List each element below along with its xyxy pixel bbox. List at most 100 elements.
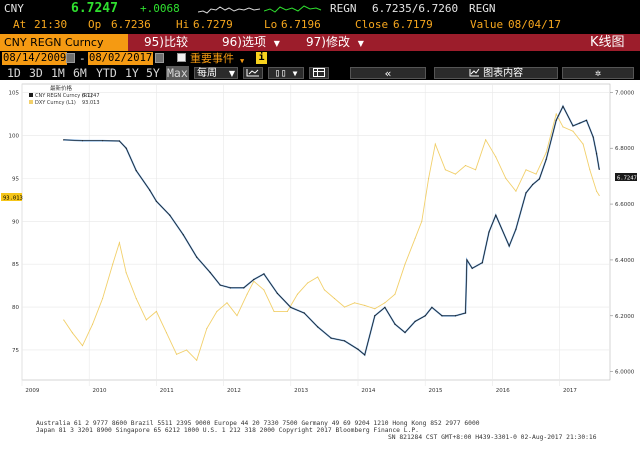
- page-title: K线图: [590, 35, 625, 50]
- right-axis-tick-label: 6.2000: [615, 314, 635, 320]
- left-axis-tick-label: 105: [9, 91, 20, 97]
- range-6m[interactable]: 6M: [73, 66, 87, 80]
- range-3d[interactable]: 3D: [29, 66, 43, 80]
- range-1y[interactable]: 1Y: [125, 66, 139, 80]
- dxy-data-point: [444, 169, 446, 171]
- cny-data-point: [135, 169, 137, 172]
- right-axis-tick-label: 6.6000: [615, 202, 635, 208]
- cny-data-point: [196, 256, 198, 258]
- menu-edit-num: 97): [306, 35, 326, 49]
- at-label: At: [13, 18, 27, 31]
- info-icon[interactable]: i: [256, 52, 267, 64]
- period-label: 每周: [197, 68, 217, 79]
- dxy-data-point: [176, 353, 178, 355]
- cny-data-point: [102, 140, 104, 142]
- cny-data-point: [243, 287, 245, 289]
- dxy-data-point: [297, 293, 299, 295]
- footer: Australia 61 2 9777 8600 Brazil 5511 239…: [0, 417, 640, 460]
- calendar-icon[interactable]: [66, 53, 75, 63]
- dxy-data-point: [384, 302, 386, 304]
- end-date-input[interactable]: 08/02/2017: [88, 52, 154, 65]
- legend-swatch-dxy: [29, 100, 33, 104]
- dxy-data-point: [515, 190, 517, 192]
- cny-data-point: [414, 320, 416, 322]
- cny-data-point: [464, 312, 467, 314]
- dxy-data-point: [63, 319, 65, 321]
- close-label: Close: [355, 18, 389, 31]
- right-axis-tick-label: 6.4000: [615, 258, 635, 264]
- dxy-data-point: [344, 306, 346, 308]
- dxy-data-point: [323, 289, 325, 291]
- chevron-down-icon: ▼: [228, 69, 235, 78]
- range-ytd[interactable]: YTD: [96, 66, 117, 80]
- left-axis-tick-label: 90: [12, 219, 19, 225]
- gear-icon[interactable]: ✲: [562, 67, 634, 79]
- range-max[interactable]: Max: [166, 66, 189, 80]
- dxy-data-point: [414, 237, 416, 239]
- dxy-data-point: [589, 169, 591, 171]
- chevron-down-icon[interactable]: ▼: [240, 57, 244, 65]
- range-5y[interactable]: 5Y: [146, 66, 160, 80]
- dxy-data-point: [263, 289, 265, 291]
- menu-options[interactable]: 96)选项 ▼: [222, 34, 280, 51]
- menu-edit[interactable]: 97)修改 ▼: [306, 34, 364, 51]
- dxy-data-point: [545, 152, 547, 154]
- chart-style-select[interactable]: ▯▯ ▼: [268, 67, 304, 79]
- footer-line-2: Japan 81 3 3201 8900 Singapore 65 6212 1…: [36, 427, 419, 434]
- low-value: 6.7196: [281, 18, 321, 31]
- price-chart: 105 100 95 90 85 80 75 7.0000 6.8000 6.6000 6.400…: [0, 80, 640, 417]
- cny-data-point: [545, 158, 547, 160]
- value-date: 08/04/17: [508, 18, 561, 31]
- range-1d[interactable]: 1D: [7, 66, 21, 80]
- dxy-data-point: [112, 263, 114, 265]
- menu-edit-label: 修改: [325, 35, 350, 49]
- dxy-data-point: [236, 315, 238, 317]
- calendar-icon[interactable]: [155, 53, 164, 63]
- cny-data-point: [276, 292, 278, 295]
- dxy-data-point: [428, 177, 430, 179]
- cny-data-point: [63, 139, 65, 141]
- dxy-data-point: [273, 310, 275, 312]
- dxy-data-point: [186, 349, 188, 351]
- line-chart-icon[interactable]: [243, 67, 263, 79]
- dxy-data-point: [253, 280, 255, 282]
- x-axis-tick-label: 2009: [25, 388, 39, 394]
- dxy-data-point: [598, 194, 600, 196]
- range-1m[interactable]: 1M: [51, 66, 65, 80]
- dxy-data-point: [125, 272, 127, 274]
- menu-compare[interactable]: 95)比较: [144, 34, 188, 51]
- dxy-data-point: [495, 156, 497, 158]
- dxy-data-point: [92, 323, 94, 325]
- chart-contents-button[interactable]: 图表内容: [434, 67, 558, 79]
- footer-line-3: SN 821284 CST GMT+8:00 H439-3301-0 02-Au…: [388, 434, 597, 441]
- collapse-icon[interactable]: «: [350, 67, 426, 80]
- chevron-down-icon: ▼: [292, 69, 298, 78]
- security-field[interactable]: CNY REGN Curncy: [0, 34, 128, 51]
- cny-data-point: [454, 315, 457, 317]
- dxy-data-point: [216, 310, 218, 312]
- cny-data-point: [357, 348, 359, 350]
- cny-data-point: [466, 259, 468, 261]
- dxy-data-point: [307, 282, 309, 284]
- dxy-data-point: [246, 293, 248, 295]
- chevron-down-icon: ▼: [357, 39, 364, 48]
- start-date-input[interactable]: 08/14/2009: [2, 52, 68, 65]
- high-value: 6.7279: [193, 18, 233, 31]
- period-select[interactable]: 每周 ▼: [194, 67, 238, 79]
- dxy-data-point: [155, 310, 157, 312]
- cny-data-point: [471, 267, 473, 269]
- cny-data-point: [394, 323, 396, 325]
- left-axis-tick-label: 80: [12, 305, 19, 311]
- cny-data-point: [515, 228, 517, 230]
- dxy-data-point: [555, 113, 557, 115]
- value-label: Value: [470, 18, 504, 31]
- x-axis-tick-label: 2011: [160, 388, 174, 394]
- cny-data-point: [592, 136, 594, 138]
- events-checkbox[interactable]: [177, 53, 186, 62]
- cny-data-point: [263, 273, 265, 275]
- dxy-data-point: [572, 130, 574, 132]
- cny-last-label: 6.7247: [617, 176, 637, 182]
- at-value: 21:30: [34, 18, 68, 31]
- table-icon[interactable]: [309, 67, 329, 79]
- open-label: Op: [88, 18, 102, 31]
